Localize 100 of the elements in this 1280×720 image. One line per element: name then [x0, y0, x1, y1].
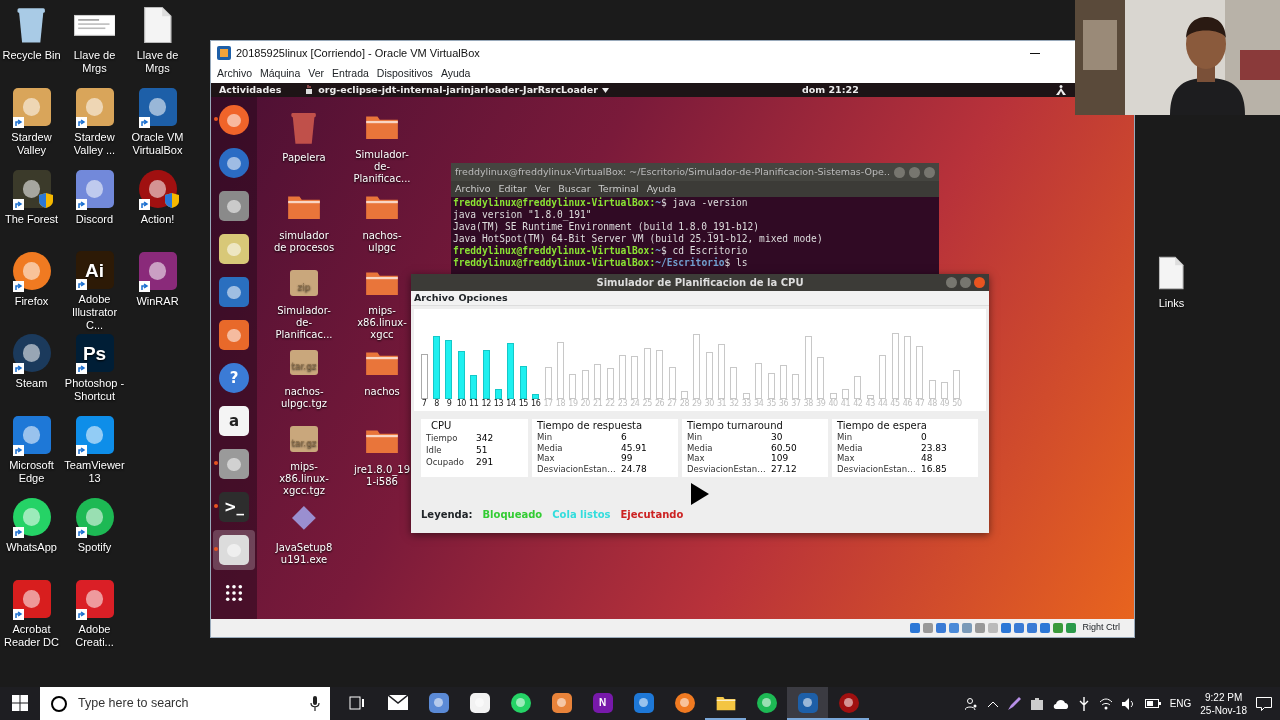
process-label: 26 — [654, 399, 665, 410]
stat-label: Max — [537, 453, 556, 464]
process-label: 20 — [580, 399, 590, 410]
stat-label: Min — [537, 432, 554, 443]
app-logo: ? — [219, 363, 249, 394]
dock-item[interactable]: a — [213, 401, 255, 442]
process-label: 8 — [434, 399, 439, 410]
terminal-line: freddylinux@freddylinux-VirtualBox:~$ java -version — [452, 197, 749, 210]
process-label: 23 — [617, 399, 628, 410]
menu-item[interactable]: Ver — [534, 182, 551, 197]
stat-label: Max — [687, 453, 706, 464]
search-field[interactable]: Type here to search — [76, 693, 302, 714]
process-label: 18 — [555, 399, 566, 410]
search-box[interactable]: Type here to search — [40, 687, 330, 720]
process-label: 31 — [716, 399, 727, 410]
process-label: 28 — [679, 399, 690, 410]
process-label: 21 — [592, 399, 603, 410]
process-label: 30 — [704, 399, 714, 410]
dock-item[interactable]: >_ — [213, 487, 255, 528]
terminal-line: freddylinux@freddylinux-VirtualBox:~$ cd Escritorio — [452, 245, 749, 258]
process-label: 29 — [692, 399, 702, 410]
card-title: Tiempo turnaround — [687, 420, 784, 433]
process-label: 14 — [506, 399, 516, 410]
process-label: 48 — [927, 399, 937, 410]
stat-value: 48 — [921, 453, 933, 464]
menu-item[interactable]: Archivo — [455, 182, 491, 197]
window-title: freddylinux@freddylinux-VirtualBox: ~/Escritorio/Simulador-de-Planificacion-Sistemas-Ope… — [455, 165, 891, 180]
process-label: 38 — [803, 399, 813, 410]
app-logo: >_ — [219, 492, 249, 523]
card-title: CPU — [430, 420, 453, 433]
stat-value: 16.85 — [921, 463, 947, 475]
process-label: 33 — [741, 399, 752, 410]
stat-value: 60.50 — [771, 442, 797, 454]
stat-value: 27.12 — [771, 463, 797, 475]
process-label: 17 — [543, 399, 553, 410]
app-menu[interactable]: org-eclipse-jdt-internal-jarinjarloader-JarRsrcLoader — [305, 83, 609, 98]
stat-label: Tiempo — [426, 432, 459, 445]
taskbar-button[interactable]: N — [582, 687, 623, 720]
app-logo: Ps — [75, 334, 114, 372]
card-title: Tiempo de respuesta — [537, 420, 644, 433]
process-label: 32 — [729, 399, 739, 410]
menu-item[interactable]: Opciones — [458, 291, 508, 306]
menu-item[interactable]: Buscar — [558, 182, 591, 197]
stat-value: 30 — [771, 432, 783, 443]
stat-label: Media — [837, 442, 864, 454]
menu-item[interactable]: Máquina — [256, 66, 305, 82]
menu-item[interactable]: Editar — [498, 182, 527, 197]
language-indicator[interactable]: ENG — [1169, 696, 1192, 711]
stat-label: Max — [837, 453, 856, 464]
process-label: 15 — [518, 399, 528, 410]
card-title: Tiempo de espera — [837, 420, 928, 433]
app-logo: N — [592, 692, 613, 713]
process-label: 25 — [642, 399, 652, 410]
menu-item[interactable]: Ayuda — [436, 66, 475, 82]
window-title: 20185925linux [Corriendo] - Oracle VM VirtualBox — [236, 45, 480, 61]
menu-item[interactable]: Archivo — [414, 291, 455, 306]
process-label: 35 — [766, 399, 776, 410]
process-label: 12 — [481, 399, 491, 410]
legend-item: Ejecutando — [620, 508, 684, 523]
menu-item[interactable]: Ver — [304, 66, 329, 82]
process-label: 22 — [605, 399, 615, 410]
stat-value: 342 — [476, 432, 494, 445]
menu-item[interactable]: Dispositivos — [372, 66, 437, 82]
package-icon: zip — [289, 270, 319, 296]
clock-time[interactable]: 9:22 PM — [1205, 690, 1243, 704]
clock[interactable]: dom 21:22 — [801, 83, 859, 98]
terminal-line: freddylinux@freddylinux-VirtualBox:~/Escritorio$ ls — [452, 257, 749, 270]
menu-item[interactable]: Ayuda — [646, 182, 677, 197]
process-label: 9 — [446, 399, 452, 410]
process-label: 46 — [902, 399, 913, 410]
app-logo: a — [219, 406, 249, 437]
stat-value: 0 — [921, 432, 927, 443]
process-label: 7 — [421, 399, 427, 410]
process-label: 49 — [939, 399, 950, 410]
stat-value: 45.91 — [621, 442, 647, 454]
process-label: 24 — [630, 399, 640, 410]
package-icon: tar.gz — [289, 349, 319, 375]
process-label: 40 — [828, 399, 838, 410]
menu-item[interactable]: Entrada — [328, 66, 373, 82]
process-label: 27 — [667, 399, 677, 410]
stat-label: Min — [837, 432, 854, 443]
terminal-line: Java(TM) SE Runtime Environment (build 1.8.0_191-b12) — [452, 221, 761, 234]
stat-label: Media — [537, 442, 564, 454]
stat-label: DesviacionEstan… — [837, 463, 917, 475]
stat-value: 24.78 — [621, 463, 647, 475]
activities-button[interactable]: Actividades — [219, 83, 282, 98]
process-label: 19 — [568, 399, 578, 410]
stat-label: Media — [687, 442, 714, 454]
legend-title: Leyenda: — [421, 508, 473, 523]
stat-label: DesviacionEstan… — [537, 463, 617, 475]
clock-date[interactable]: 25-Nov-18 — [1200, 703, 1247, 717]
stat-value: 109 — [771, 453, 789, 464]
menu-item[interactable]: Terminal — [598, 182, 639, 197]
process-label: 13 — [493, 399, 504, 410]
stat-value: 291 — [476, 456, 494, 469]
stat-value: 51 — [476, 444, 488, 457]
host-key-label: Right Ctrl — [1082, 621, 1120, 635]
dock-item[interactable]: ? — [213, 358, 255, 399]
terminal-line: java version "1.8.0_191" — [452, 209, 593, 222]
menu-item[interactable]: Archivo — [213, 66, 256, 82]
